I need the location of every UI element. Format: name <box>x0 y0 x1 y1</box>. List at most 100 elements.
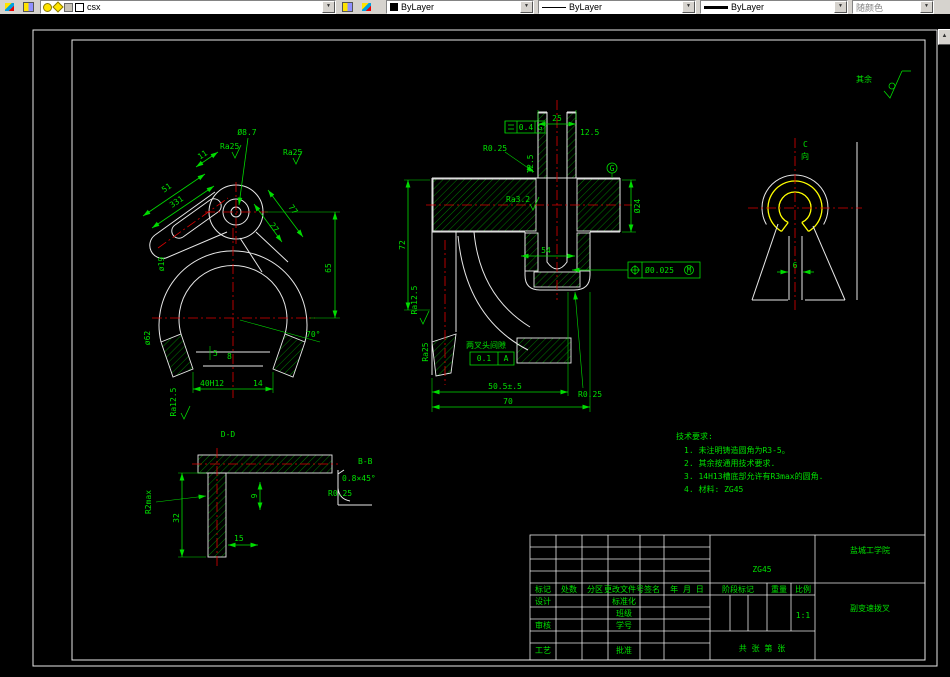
dim-5: 5 <box>213 349 218 358</box>
layer-previous-button[interactable] <box>339 0 356 14</box>
tb-process: 工艺 <box>535 646 551 655</box>
layer-color-swatch <box>75 2 84 12</box>
color-combo-value: ByLayer <box>401 2 435 12</box>
tb-design: 设计 <box>535 596 551 606</box>
finish-note-label: 其余 <box>856 74 872 84</box>
roughness-icon <box>419 310 430 325</box>
view-c-label: C <box>803 140 808 149</box>
layer-states-button[interactable] <box>358 0 375 14</box>
linetype-combo-value: ByLayer <box>569 2 603 12</box>
dim-125-top: 12.5 <box>580 128 599 137</box>
lineweight-combo[interactable]: ByLayer ▼ <box>700 0 848 14</box>
current-color-chip <box>390 3 398 11</box>
tech-req-title: 技术要求: <box>676 431 713 441</box>
dim-dia19: ø19 <box>157 257 166 272</box>
view-c-direction: C 向 6 <box>748 138 862 312</box>
color-combo[interactable]: ByLayer ▼ <box>386 0 534 14</box>
fcf-parallelism: 0.4 G <box>504 120 546 134</box>
dim-77: 77 <box>287 203 300 216</box>
dim-r025: R0.25 <box>328 489 352 498</box>
linetype-sample-icon <box>542 6 566 8</box>
fcf-runout: 0.1 A <box>469 351 515 366</box>
drawing-svg: 其余 Ø8.7 331 51 11 77 27 65 70° ø62 ø19 5… <box>32 29 938 667</box>
section-dd-label: D-D <box>221 430 236 439</box>
linetype-combo[interactable]: ByLayer ▼ <box>538 0 696 14</box>
dim-14: 14 <box>253 379 263 388</box>
dim-51: 51 <box>160 181 173 194</box>
dim-dia62: ø62 <box>143 331 152 346</box>
layer-previous-icon <box>342 2 353 12</box>
tb-standardize: 标准化 <box>612 596 636 606</box>
view-main-section: 25 12.5 12.5 0.4 G R0.25 Ra3.2 G Ø24 Ø0.… <box>398 100 701 412</box>
lineweight-sample-icon <box>704 5 728 9</box>
scrollbar-up-arrow[interactable]: ▲ <box>938 29 950 45</box>
plot-style-value: 随颜色 <box>856 2 884 13</box>
lineweight-combo-dropdown-arrow[interactable]: ▼ <box>834 1 847 13</box>
fcf-parallel-value: 0.4 <box>519 123 534 132</box>
layers-icon <box>23 2 34 12</box>
layer-combo-dropdown-arrow[interactable]: ▼ <box>322 1 335 13</box>
tb-header: 标记 <box>535 584 551 594</box>
tb-weight-label: 重量 <box>771 584 787 594</box>
dim-54: 54 <box>541 246 551 255</box>
ra-bottom: Ra12.5 <box>169 387 178 416</box>
lineweight-combo-value: ByLayer <box>731 2 765 12</box>
roughness-check-icon <box>883 70 903 99</box>
dim-32: 32 <box>172 513 181 523</box>
r-fillet-top: R0.25 <box>483 144 507 153</box>
tech-req-item: 2. 其余按通用技术要求. <box>684 458 775 468</box>
dim-9: 9 <box>250 493 259 498</box>
tb-class: 班级 <box>616 608 632 618</box>
surface-finish-note: 其余 <box>856 70 911 99</box>
view-dd-section: D-D 32 15 9 R2max B-B 0.8×45° R0.25 <box>144 430 376 566</box>
tb-approve: 批准 <box>616 645 632 655</box>
tb-header: 更改文件号 <box>604 584 644 594</box>
datum-circle-label: G <box>610 164 615 173</box>
dim-505: 50.5±.5 <box>488 382 522 391</box>
drawing-canvas[interactable]: 其余 Ø8.7 331 51 11 77 27 65 70° ø62 ø19 5… <box>0 14 950 677</box>
dim-27: 27 <box>268 221 281 234</box>
layer-states-icon <box>362 3 371 11</box>
object-properties-toolbar: csx ▼ ByLayer ▼ ByLayer ▼ ByLayer ▼ 随颜色 … <box>0 0 950 15</box>
roughness-icon <box>180 405 191 420</box>
fcf-parallel-datum: G <box>538 123 543 132</box>
fcf-runout-value: 0.1 <box>477 354 492 363</box>
ra-25: Ra25 <box>421 342 430 361</box>
layer-lock-icon <box>64 2 73 12</box>
make-layer-current-button[interactable] <box>1 0 18 14</box>
tb-scale-label: 比例 <box>795 584 811 594</box>
dim-hole-dia: Ø8.7 <box>237 127 256 137</box>
tb-material: ZG45 <box>752 565 771 574</box>
tb-header: 分区 <box>587 585 603 594</box>
color-combo-dropdown-arrow[interactable]: ▼ <box>520 1 533 13</box>
tech-req-item: 3. 14H13槽底部允许有R3max的圆角. <box>684 471 823 481</box>
plot-style-combo[interactable]: 随颜色 ▼ <box>852 0 934 14</box>
tb-school: 盐城工学院 <box>850 545 890 555</box>
dim-dia24: Ø24 <box>632 199 642 214</box>
ra-32: Ra3.2 <box>506 195 530 204</box>
dim-72: 72 <box>398 240 407 250</box>
dim-6: 6 <box>793 261 798 270</box>
ra-right: Ra25 <box>283 148 302 157</box>
title-block: 标记 处数 分区 更改文件号 签名 年 月 日 设计 审核 工艺 标准化 班级 … <box>529 534 926 661</box>
layer-on-icon <box>43 2 52 12</box>
dim-chamfer: 0.8×45° <box>342 474 376 483</box>
view-c-dir-label: 向 <box>801 151 809 161</box>
dim-25: 25 <box>552 114 562 123</box>
view-fork-arm: Ø8.7 331 51 11 77 27 65 70° ø62 ø19 5 8 <box>142 127 340 420</box>
linetype-combo-dropdown-arrow[interactable]: ▼ <box>682 1 695 13</box>
ra-left: Ra25 <box>220 142 239 151</box>
layers-dialog-button[interactable] <box>20 0 37 14</box>
tb-sheet: 共 张 第 张 <box>739 643 785 653</box>
dim-70: 70 <box>503 397 513 406</box>
ra-125: Ra12.5 <box>410 285 419 314</box>
tb-stage-label: 阶段标记 <box>722 584 754 594</box>
dim-125-bore: 12.5 <box>526 154 535 173</box>
tb-scale-value: 1:1 <box>796 611 811 620</box>
layer-combo[interactable]: csx ▼ <box>40 0 336 14</box>
gap-note: 两叉头间隙 <box>466 340 506 350</box>
tb-number: 学号 <box>616 620 632 630</box>
dim-40h12: 40H12 <box>200 379 224 388</box>
tb-part-name: 副变速拨叉 <box>850 603 890 613</box>
tb-header: 处数 <box>561 584 577 594</box>
